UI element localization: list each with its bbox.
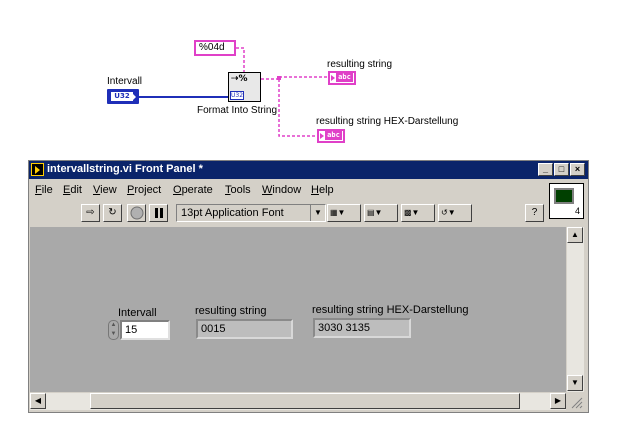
- wires: [139, 47, 329, 137]
- increment-decrement-icon[interactable]: ▲ ▼: [108, 320, 119, 340]
- hex-string-terminal[interactable]: abc: [317, 129, 345, 143]
- node-input-type: U32: [230, 91, 244, 100]
- terminal-arrow-icon: [132, 93, 136, 101]
- reorder-icon[interactable]: ↺▼: [438, 204, 472, 222]
- string-type-label: abc: [336, 73, 353, 82]
- scroll-up-icon[interactable]: ▲: [567, 227, 583, 243]
- format-into-string-label: Format Into String: [197, 105, 278, 116]
- run-continuously-icon[interactable]: ↻: [103, 204, 122, 222]
- resulting-string-terminal-label: resulting string: [327, 59, 393, 70]
- front-panel-window: intervallstring.vi Front Panel * _ □ × F…: [28, 160, 589, 413]
- wire-junction: [277, 76, 281, 80]
- resulting-string-terminal[interactable]: abc: [328, 71, 356, 85]
- labview-vi-icon: [31, 163, 44, 176]
- font-selector[interactable]: 13pt Application Font ▼: [176, 204, 326, 222]
- format-wire[interactable]: [236, 47, 245, 72]
- terminal-arrow-icon: [320, 133, 324, 139]
- resulting-string-indicator: 0015: [196, 319, 293, 339]
- intervall-terminal[interactable]: U32: [107, 89, 139, 104]
- horizontal-scrollbar[interactable]: ◀ ▶: [30, 393, 566, 410]
- scroll-down-icon[interactable]: ▼: [567, 375, 583, 391]
- hex-string-label: resulting string HEX-Darstellung: [312, 304, 469, 316]
- chevron-down-icon: ▼: [310, 205, 325, 221]
- align-icon[interactable]: ▦▼: [327, 204, 361, 222]
- menu-view[interactable]: View: [93, 184, 117, 196]
- pause-icon[interactable]: [149, 204, 168, 222]
- menu-file[interactable]: File: [35, 184, 53, 196]
- output-wire-2[interactable]: [278, 79, 318, 137]
- menu-window[interactable]: Window: [262, 184, 301, 196]
- menu-project[interactable]: Project: [127, 184, 161, 196]
- intervall-label: Intervall: [118, 307, 157, 319]
- menu-tools[interactable]: Tools: [225, 184, 251, 196]
- window-title: intervallstring.vi Front Panel *: [47, 163, 203, 175]
- connector-pane-icon[interactable]: 4: [549, 183, 584, 219]
- intervall-terminal-label: Intervall: [107, 76, 143, 87]
- resize-icon[interactable]: ▩▼: [401, 204, 435, 222]
- hex-string-terminal-label: resulting string HEX-Darstellung: [316, 116, 459, 127]
- toolbar: ⇨ ↻ 13pt Application Font ▼ ▦▼ ▤▼ ▩▼ ↺▼ …: [29, 202, 549, 224]
- u32-type-label: U32: [111, 92, 133, 101]
- intervall-input[interactable]: 15: [120, 320, 170, 340]
- output-wire-1[interactable]: [261, 76, 329, 80]
- run-arrow-icon[interactable]: ⇨: [81, 204, 100, 222]
- help-icon[interactable]: ?: [525, 204, 544, 222]
- connector-number: 4: [574, 206, 580, 216]
- terminal-arrow-icon: [331, 75, 335, 81]
- format-string-constant[interactable]: %04d: [194, 40, 236, 56]
- font-selector-value: 13pt Application Font: [181, 207, 284, 219]
- menu-help[interactable]: Help: [311, 184, 334, 196]
- close-button[interactable]: ×: [570, 163, 585, 176]
- maximize-button[interactable]: □: [554, 163, 569, 176]
- scroll-right-icon[interactable]: ▶: [550, 393, 566, 409]
- title-bar[interactable]: intervallstring.vi Front Panel * _ □ ×: [29, 161, 588, 179]
- front-panel-canvas: Intervall ▲ ▼ 15 resulting string 0015 re…: [30, 227, 566, 392]
- format-into-string-icon: ⇢%: [231, 74, 248, 84]
- abort-icon[interactable]: [127, 204, 146, 222]
- vertical-scrollbar[interactable]: ▲ ▼: [567, 227, 584, 392]
- distribute-icon[interactable]: ▤▼: [364, 204, 398, 222]
- scroll-left-icon[interactable]: ◀: [30, 393, 46, 409]
- resize-grip-icon[interactable]: [567, 393, 584, 410]
- scroll-thumb[interactable]: [90, 393, 520, 409]
- monitor-icon: [554, 188, 574, 204]
- menu-bar: File Edit View Project Operate Tools Win…: [29, 181, 544, 199]
- string-type-label: abc: [325, 131, 342, 140]
- format-into-string-node[interactable]: ⇢% U32: [228, 72, 261, 102]
- hex-string-indicator: 3030 3135: [313, 318, 411, 338]
- menu-operate[interactable]: Operate: [173, 184, 213, 196]
- resulting-string-label: resulting string: [195, 305, 267, 317]
- minimize-button[interactable]: _: [538, 163, 553, 176]
- menu-edit[interactable]: Edit: [63, 184, 82, 196]
